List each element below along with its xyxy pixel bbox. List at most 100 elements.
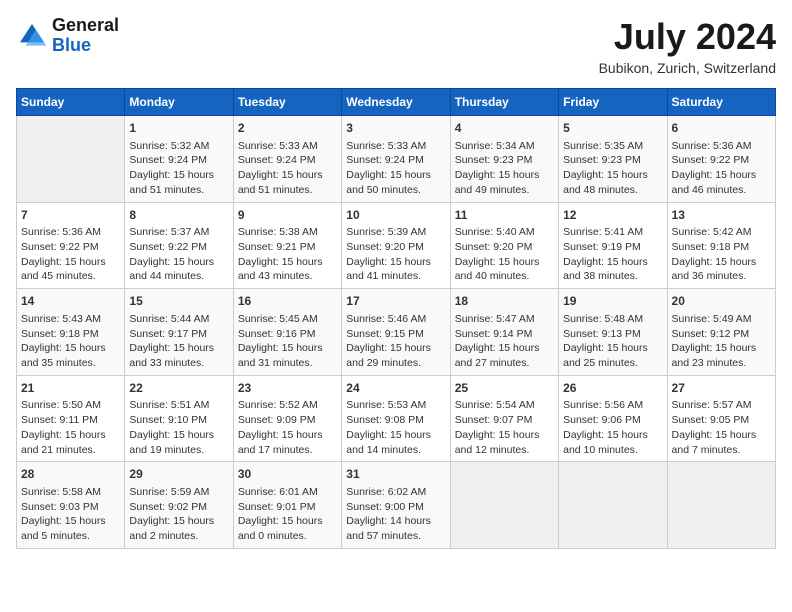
title-block: July 2024 Bubikon, Zurich, Switzerland <box>599 16 776 76</box>
day-of-week-header: Tuesday <box>233 89 341 116</box>
calendar-cell: 11Sunrise: 5:40 AM Sunset: 9:20 PM Dayli… <box>450 202 558 289</box>
logo-blue: Blue <box>52 36 119 56</box>
day-info: Sunrise: 5:57 AM Sunset: 9:05 PM Dayligh… <box>672 398 771 457</box>
day-number: 22 <box>129 380 228 397</box>
calendar-week-row: 28Sunrise: 5:58 AM Sunset: 9:03 PM Dayli… <box>17 462 776 549</box>
day-info: Sunrise: 5:36 AM Sunset: 9:22 PM Dayligh… <box>672 139 771 198</box>
day-number: 14 <box>21 293 120 310</box>
calendar-cell: 2Sunrise: 5:33 AM Sunset: 9:24 PM Daylig… <box>233 116 341 203</box>
day-info: Sunrise: 5:53 AM Sunset: 9:08 PM Dayligh… <box>346 398 445 457</box>
day-number: 3 <box>346 120 445 137</box>
day-of-week-header: Monday <box>125 89 233 116</box>
calendar-cell: 14 Sunrise: 5:43 AM Sunset: 9:18 PM Dayli… <box>17 289 125 376</box>
logo-text: General Blue <box>52 16 119 56</box>
calendar-cell: 21Sunrise: 5:50 AM Sunset: 9:11 PM Dayli… <box>17 375 125 462</box>
day-number: 9 <box>238 207 337 224</box>
calendar-cell: 30 Sunrise: 6:01 AM Sunset: 9:01 PM Dayli… <box>233 462 341 549</box>
logo-icon <box>16 20 48 52</box>
day-info: Sunrise: 5:38 AM Sunset: 9:21 PM Dayligh… <box>238 225 337 284</box>
day-info: Sunrise: 5:36 AM Sunset: 9:22 PM Dayligh… <box>21 225 120 284</box>
calendar-cell: 17Sunrise: 5:46 AM Sunset: 9:15 PM Dayli… <box>342 289 450 376</box>
calendar-cell: 12Sunrise: 5:41 AM Sunset: 9:19 PM Dayli… <box>559 202 667 289</box>
calendar-cell: 4Sunrise: 5:34 AM Sunset: 9:23 PM Daylig… <box>450 116 558 203</box>
calendar-cell <box>450 462 558 549</box>
day-number: 19 <box>563 293 662 310</box>
day-number: 12 <box>563 207 662 224</box>
day-info: Sunrise: 5:59 AM Sunset: 9:02 PM Dayligh… <box>129 485 228 544</box>
day-number: 2 <box>238 120 337 137</box>
calendar-cell: 24Sunrise: 5:53 AM Sunset: 9:08 PM Dayli… <box>342 375 450 462</box>
day-info: Sunrise: 5:54 AM Sunset: 9:07 PM Dayligh… <box>455 398 554 457</box>
calendar-cell: 6 Sunrise: 5:36 AM Sunset: 9:22 PM Daylig… <box>667 116 775 203</box>
calendar-cell <box>559 462 667 549</box>
calendar-cell: 19 Sunrise: 5:48 AM Sunset: 9:13 PM Dayli… <box>559 289 667 376</box>
calendar-cell: 27Sunrise: 5:57 AM Sunset: 9:05 PM Dayli… <box>667 375 775 462</box>
calendar-cell <box>17 116 125 203</box>
month-year-title: July 2024 <box>599 16 776 58</box>
day-of-week-header: Friday <box>559 89 667 116</box>
day-number: 7 <box>21 207 120 224</box>
day-number: 8 <box>129 207 228 224</box>
location-subtitle: Bubikon, Zurich, Switzerland <box>599 60 776 76</box>
calendar-cell: 15 Sunrise: 5:44 AM Sunset: 9:17 PM Dayli… <box>125 289 233 376</box>
calendar-cell: 23Sunrise: 5:52 AM Sunset: 9:09 PM Dayli… <box>233 375 341 462</box>
day-info: Sunrise: 5:43 AM Sunset: 9:18 PM Dayligh… <box>21 312 120 371</box>
day-number: 29 <box>129 466 228 483</box>
day-number: 15 <box>129 293 228 310</box>
day-of-week-header: Sunday <box>17 89 125 116</box>
day-number: 20 <box>672 293 771 310</box>
calendar-week-row: 1 Sunrise: 5:32 AM Sunset: 9:24 PM Daylig… <box>17 116 776 203</box>
day-number: 18 <box>455 293 554 310</box>
day-number: 10 <box>346 207 445 224</box>
calendar-cell: 13Sunrise: 5:42 AM Sunset: 9:18 PM Dayli… <box>667 202 775 289</box>
day-info: Sunrise: 5:40 AM Sunset: 9:20 PM Dayligh… <box>455 225 554 284</box>
calendar-week-row: 7Sunrise: 5:36 AM Sunset: 9:22 PM Daylig… <box>17 202 776 289</box>
day-number: 27 <box>672 380 771 397</box>
calendar-cell: 16Sunrise: 5:45 AM Sunset: 9:16 PM Dayli… <box>233 289 341 376</box>
calendar-cell: 31Sunrise: 6:02 AM Sunset: 9:00 PM Dayli… <box>342 462 450 549</box>
calendar-cell: 10Sunrise: 5:39 AM Sunset: 9:20 PM Dayli… <box>342 202 450 289</box>
day-number: 6 <box>672 120 771 137</box>
day-info: Sunrise: 5:33 AM Sunset: 9:24 PM Dayligh… <box>346 139 445 198</box>
day-number: 30 <box>238 466 337 483</box>
day-info: Sunrise: 5:50 AM Sunset: 9:11 PM Dayligh… <box>21 398 120 457</box>
day-of-week-header: Wednesday <box>342 89 450 116</box>
calendar-cell <box>667 462 775 549</box>
day-number: 21 <box>21 380 120 397</box>
day-number: 1 <box>129 120 228 137</box>
calendar-cell: 9Sunrise: 5:38 AM Sunset: 9:21 PM Daylig… <box>233 202 341 289</box>
logo-general: General <box>52 16 119 36</box>
day-number: 13 <box>672 207 771 224</box>
day-info: Sunrise: 5:32 AM Sunset: 9:24 PM Dayligh… <box>129 139 228 198</box>
day-info: Sunrise: 5:49 AM Sunset: 9:12 PM Dayligh… <box>672 312 771 371</box>
day-info: Sunrise: 5:48 AM Sunset: 9:13 PM Dayligh… <box>563 312 662 371</box>
day-info: Sunrise: 5:41 AM Sunset: 9:19 PM Dayligh… <box>563 225 662 284</box>
calendar-week-row: 21Sunrise: 5:50 AM Sunset: 9:11 PM Dayli… <box>17 375 776 462</box>
calendar-cell: 1 Sunrise: 5:32 AM Sunset: 9:24 PM Daylig… <box>125 116 233 203</box>
calendar-cell: 25Sunrise: 5:54 AM Sunset: 9:07 PM Dayli… <box>450 375 558 462</box>
day-number: 31 <box>346 466 445 483</box>
calendar-week-row: 14 Sunrise: 5:43 AM Sunset: 9:18 PM Dayli… <box>17 289 776 376</box>
calendar-cell: 18Sunrise: 5:47 AM Sunset: 9:14 PM Dayli… <box>450 289 558 376</box>
logo: General Blue <box>16 16 119 56</box>
day-info: Sunrise: 5:35 AM Sunset: 9:23 PM Dayligh… <box>563 139 662 198</box>
calendar-cell: 5Sunrise: 5:35 AM Sunset: 9:23 PM Daylig… <box>559 116 667 203</box>
day-info: Sunrise: 5:34 AM Sunset: 9:23 PM Dayligh… <box>455 139 554 198</box>
day-info: Sunrise: 5:46 AM Sunset: 9:15 PM Dayligh… <box>346 312 445 371</box>
calendar-header-row: SundayMondayTuesdayWednesdayThursdayFrid… <box>17 89 776 116</box>
calendar-table: SundayMondayTuesdayWednesdayThursdayFrid… <box>16 88 776 549</box>
calendar-cell: 22Sunrise: 5:51 AM Sunset: 9:10 PM Dayli… <box>125 375 233 462</box>
day-info: Sunrise: 5:58 AM Sunset: 9:03 PM Dayligh… <box>21 485 120 544</box>
day-number: 26 <box>563 380 662 397</box>
day-number: 24 <box>346 380 445 397</box>
day-number: 11 <box>455 207 554 224</box>
day-info: Sunrise: 5:51 AM Sunset: 9:10 PM Dayligh… <box>129 398 228 457</box>
day-info: Sunrise: 6:01 AM Sunset: 9:01 PM Dayligh… <box>238 485 337 544</box>
calendar-cell: 20 Sunrise: 5:49 AM Sunset: 9:12 PM Dayli… <box>667 289 775 376</box>
day-of-week-header: Thursday <box>450 89 558 116</box>
calendar-cell: 26Sunrise: 5:56 AM Sunset: 9:06 PM Dayli… <box>559 375 667 462</box>
day-info: Sunrise: 5:37 AM Sunset: 9:22 PM Dayligh… <box>129 225 228 284</box>
calendar-cell: 3 Sunrise: 5:33 AM Sunset: 9:24 PM Daylig… <box>342 116 450 203</box>
day-info: Sunrise: 5:44 AM Sunset: 9:17 PM Dayligh… <box>129 312 228 371</box>
page-header: General Blue July 2024 Bubikon, Zurich, … <box>16 16 776 76</box>
